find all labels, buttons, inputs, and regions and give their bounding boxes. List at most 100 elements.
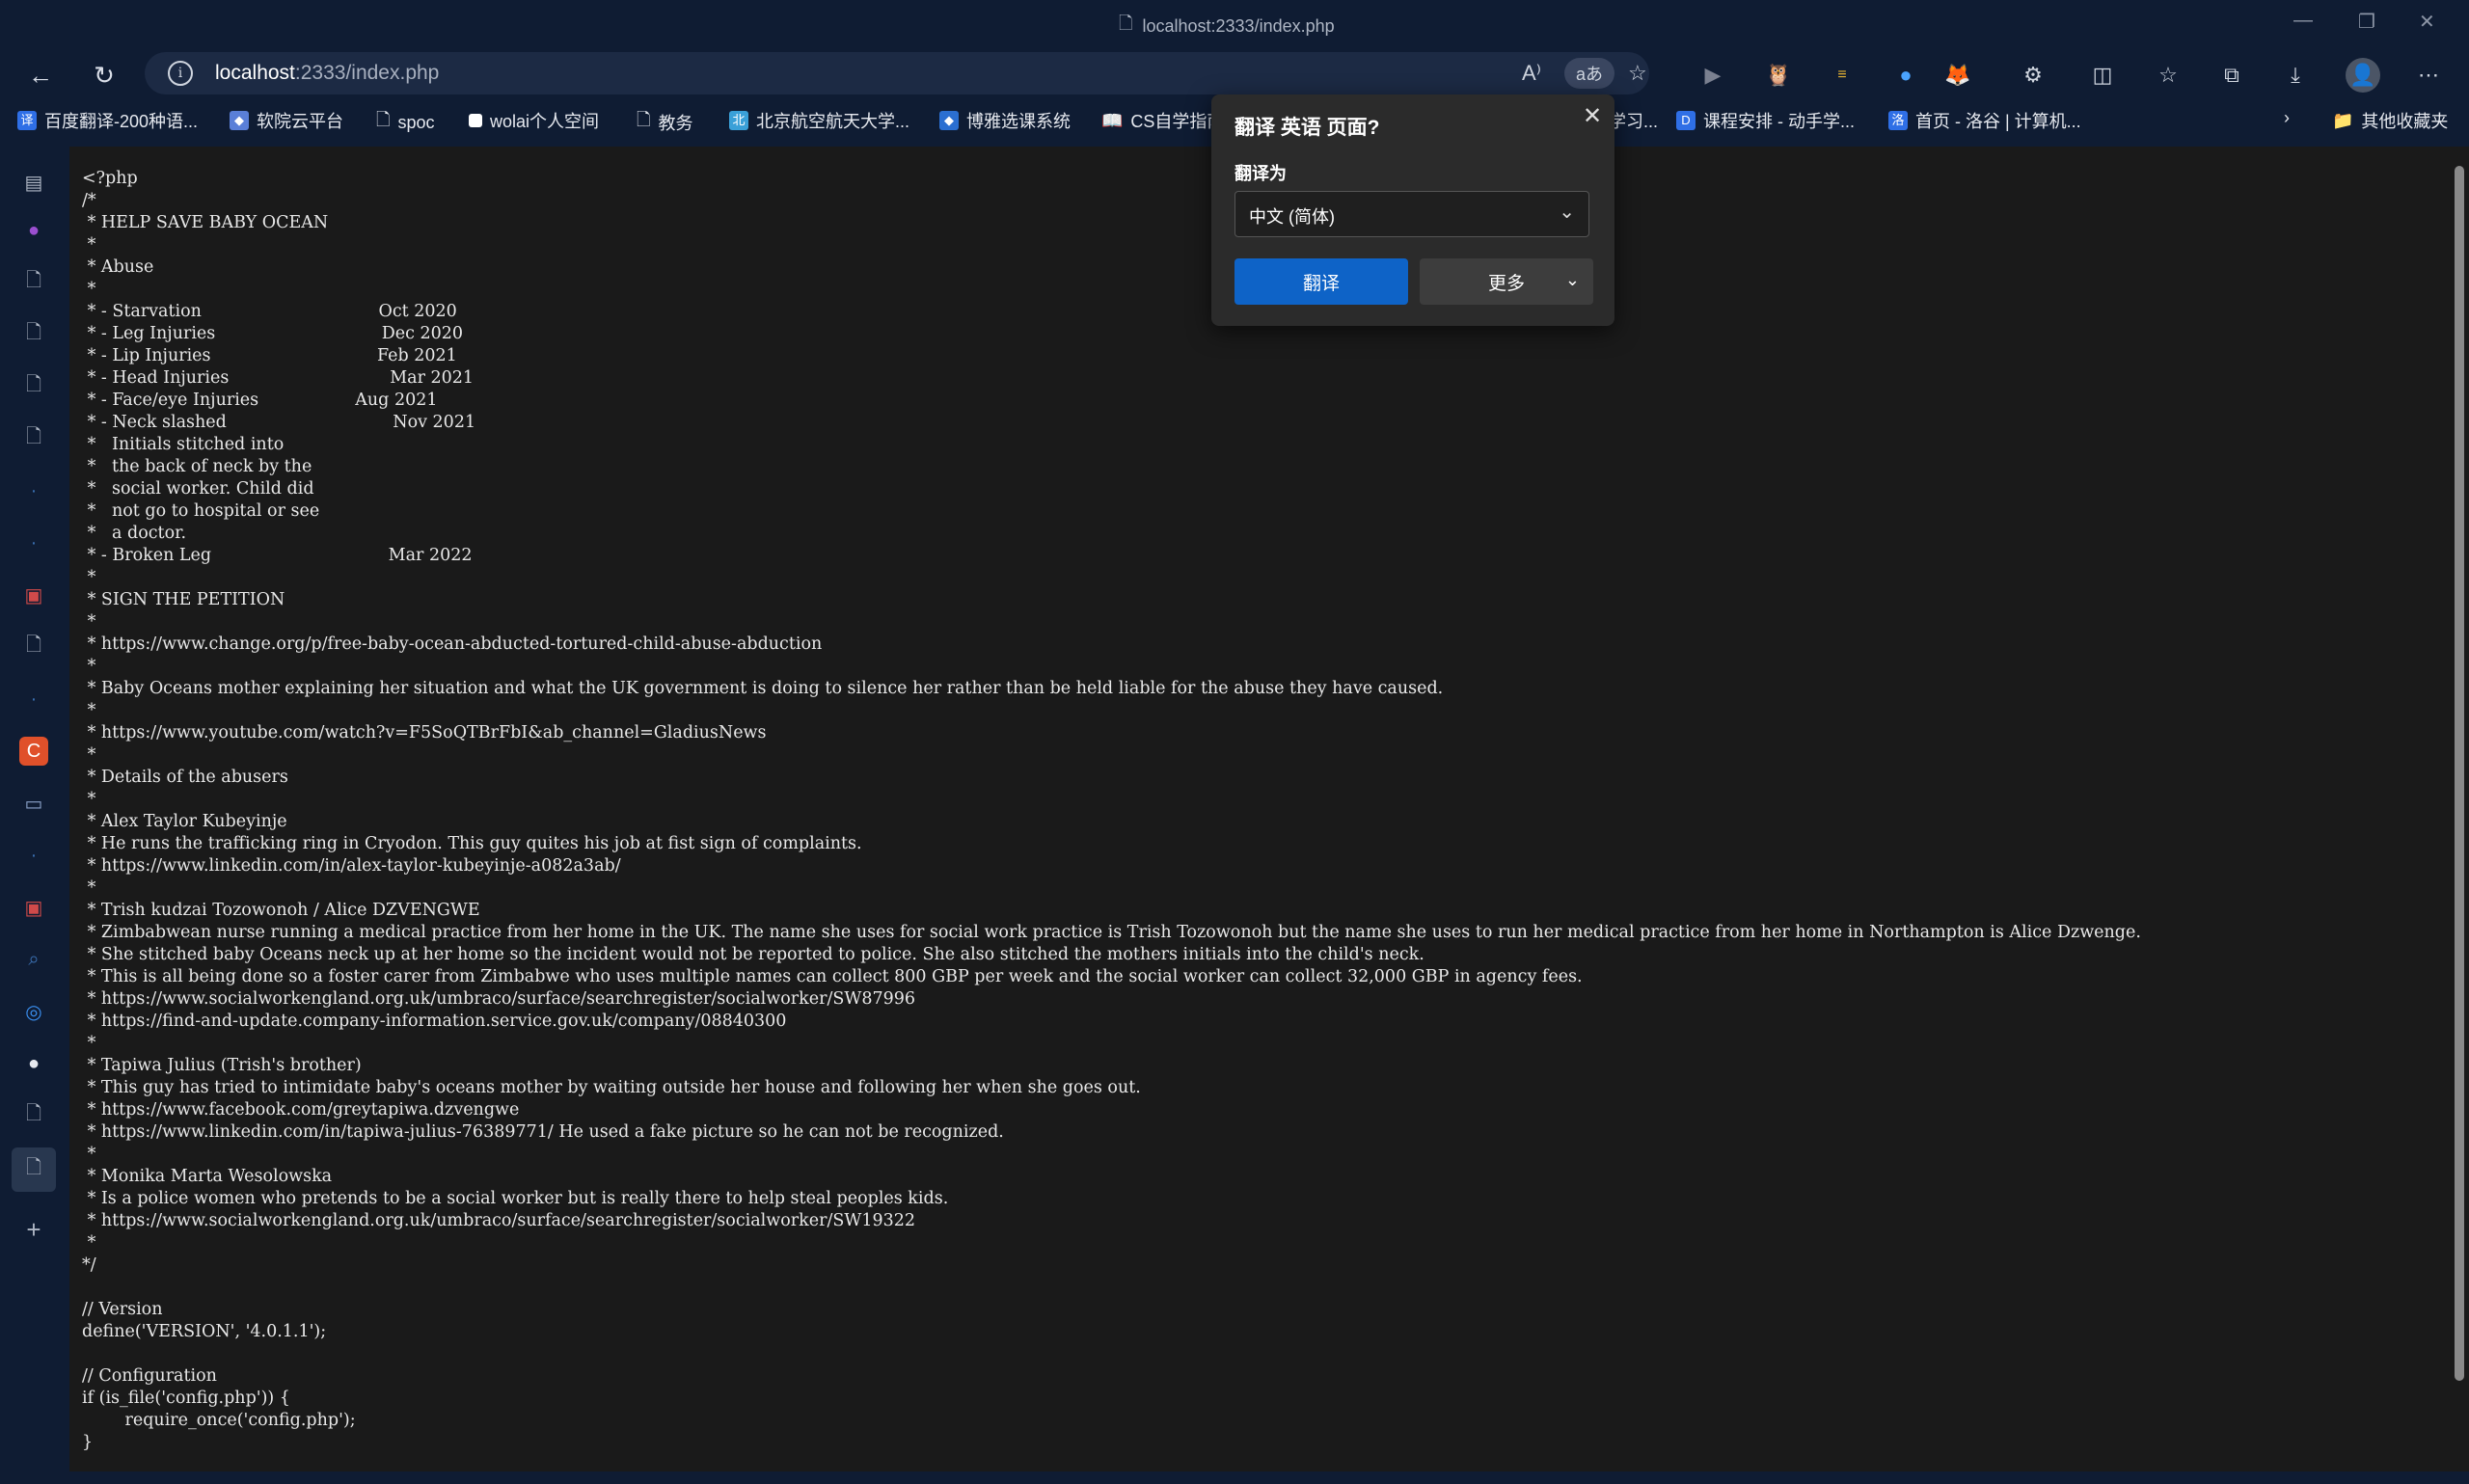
bookmark-item[interactable]: 洛首页 - 洛谷 | 计算机... [1888,108,2081,133]
code-line: * [82,1145,96,1164]
bookmark-item[interactable]: ◆ 博雅选课系统 [939,108,1071,133]
code-line: * Zimbabwean nurse running a medical pra… [82,923,2141,942]
bookmark-item[interactable]: 学习... [1609,108,1658,133]
metamask-icon[interactable]: 🦊 [1940,58,1975,93]
profile-avatar[interactable]: 👤 [2346,58,2380,93]
extension-h-icon[interactable]: ● [19,216,48,245]
tab-actions-icon[interactable]: ▤ [19,168,48,197]
favorites-icon[interactable]: ☆ [2151,58,2185,93]
window-title: 🗋 localhost:2333/index.php [1119,12,1335,40]
tab-icon[interactable]: · [19,528,48,557]
code-line: * [82,1034,96,1053]
target-language-label: 翻译为 [1234,164,1287,183]
cloud-bookmark-icon: ◆ [230,111,249,130]
split-screen-icon[interactable]: ◫ [2085,58,2120,93]
code-line: * - Neck slashed Nov 2021 [82,413,476,432]
extension-chat-icon[interactable]: ● [1888,58,1923,93]
bookmark-item[interactable]: 📖 CS自学指南 [1101,108,1224,133]
more-button[interactable]: 更多 ⌄ [1420,258,1593,305]
info-icon[interactable]: i [168,61,193,86]
wolai-icon [469,114,482,127]
play-icon[interactable]: ▶ [1696,58,1730,93]
tab-icon[interactable]: · [19,685,48,714]
extension-bars-icon[interactable]: ≡ [1825,58,1859,93]
book-icon: 📖 [1101,110,1124,130]
bookmark-item[interactable]: D 课程安排 - 动手学... [1676,108,1855,133]
tab-icon[interactable]: · [19,841,48,870]
scrollbar-thumb[interactable] [2455,166,2464,1381]
tab-page-icon[interactable]: 🗋 [19,372,48,401]
code-line: * https://www.linkedin.com/in/tapiwa-jul… [82,1122,1004,1142]
scrollbar[interactable] [2450,147,2469,1471]
code-line: * Details of the abusers [82,768,288,787]
code-line: define('VERSION', '4.0.1.1'); [82,1322,327,1341]
code-line: * https://www.socialworkengland.org.uk/u… [82,989,916,1009]
back-icon[interactable]: ← [21,56,60,94]
bookmark-item[interactable]: ◆ 软院云平台 [230,108,343,133]
search-icon[interactable]: ⌕ [19,945,48,974]
translate-popup: 翻译 英语 页面? ✕ 翻译为 中文 (简体) ⌄ 翻译 更多 ⌄ [1211,94,1614,326]
pdf-icon[interactable]: ▣ [19,893,48,922]
url-text[interactable]: localhost:2333/index.php [215,62,439,85]
close-icon[interactable]: ✕ [1578,102,1607,131]
extension-owl-icon[interactable]: 🦉 [1761,58,1796,93]
read-aloud-icon[interactable]: A⁾ [1522,58,1541,89]
new-tab-icon[interactable]: + [19,1215,48,1244]
circle-icon[interactable]: ◎ [19,997,48,1026]
github-icon[interactable]: ● [19,1049,48,1078]
page-icon: 🗋 [376,110,391,129]
close-window-icon[interactable]: ✕ [2419,10,2435,34]
translate-icon[interactable]: aあ [1564,58,1614,89]
refresh-icon[interactable]: ↻ [85,56,123,94]
code-line: * [82,568,96,587]
code-line: } [82,1433,94,1452]
tab-icon[interactable]: · [19,476,48,505]
code-line: * Monika Marta Wesolowska [82,1167,333,1186]
bookmark-item[interactable]: 译百度翻译-200种语... [17,108,198,133]
image-icon[interactable]: ▭ [19,789,48,818]
code-line: * Initials stitched into [82,435,285,454]
bookmark-folder[interactable]: 📁 其他收藏夹 [2332,108,2448,133]
code-line: * [82,701,96,720]
code-line: * [82,612,96,632]
code-line: */ [82,1255,96,1275]
pdf-icon[interactable]: ▣ [19,580,48,609]
course-select-icon: ◆ [939,111,959,130]
downloads-icon[interactable]: ⤓ [2278,58,2313,93]
bookmarks-overflow-icon[interactable]: › [2284,108,2290,128]
minimize-icon[interactable]: — [2293,10,2313,32]
code-line: * https://find-and-update.company-inform… [82,1012,787,1031]
bookmark-item[interactable]: 北北京航空航天大学... [729,108,909,133]
bookmark-item[interactable]: wolai个人空间 [469,108,599,133]
extensions-icon[interactable]: ⚙ [2016,58,2050,93]
bookmark-item[interactable]: 🗋 教务 [637,108,692,137]
target-language-select[interactable]: 中文 (简体) ⌄ [1234,191,1589,237]
tab-page-icon[interactable]: 🗋 [19,424,48,453]
page-icon: 🗋 [1119,13,1133,33]
translate-button[interactable]: 翻译 [1234,258,1408,305]
tab-page-icon[interactable]: 🗋 [19,320,48,349]
code-line: * - Lip Injuries Feb 2021 [82,346,457,365]
tab-page-icon[interactable]: 🗋 [19,268,48,297]
code-line: * a doctor. [82,524,187,543]
code-line: * Baby Oceans mother explaining her situ… [82,679,1444,698]
collections-icon[interactable]: ⧉ [2214,58,2249,93]
code-line: * Trish kudzai Tozowonoh / Alice DZVENGW… [82,901,480,920]
code-line: * She stitched baby Oceans neck up at he… [82,945,1424,964]
php-source-text: <?php/* * HELP SAVE BABY OCEAN * * Abuse… [69,147,2450,1454]
tab-page-icon[interactable]: 🗋 [19,1101,48,1130]
add-favorite-icon[interactable]: ☆ [1628,58,1647,89]
bookmark-item[interactable]: 🗋 spoc [376,108,435,137]
page-content: <?php/* * HELP SAVE BABY OCEAN * * Abuse… [69,147,2450,1471]
code-line: * the back of neck by the [82,457,312,476]
tab-page-icon[interactable]: 🗋 [19,633,48,661]
code-line: // Configuration [82,1366,217,1386]
code-line: * [82,790,96,809]
restore-icon[interactable]: ❐ [2358,10,2375,34]
active-tab-icon[interactable]: 🗋 [12,1147,56,1192]
address-bar[interactable]: i localhost:2333/index.php A⁾ aあ ☆ [145,52,1649,94]
c-icon[interactable]: C [19,737,48,766]
popup-title: 翻译 英语 页面? [1234,117,1380,139]
more-menu-icon[interactable]: ⋯ [2411,58,2446,93]
chevron-down-icon: ⌄ [1559,202,1575,223]
